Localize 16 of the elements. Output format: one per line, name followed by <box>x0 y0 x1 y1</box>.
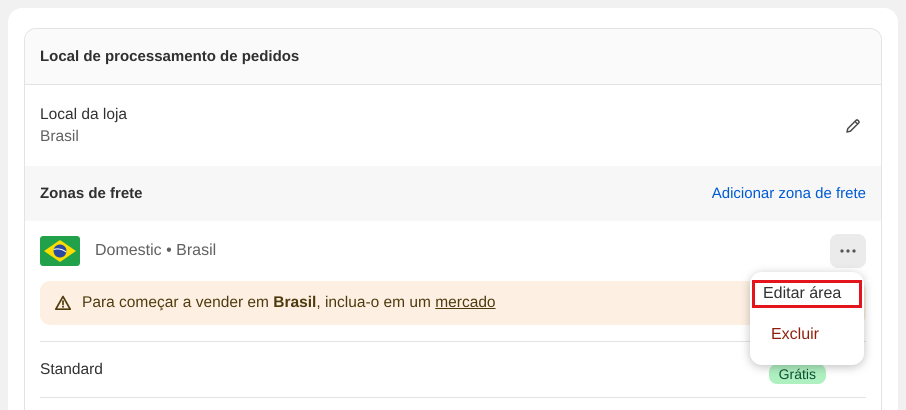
store-location: Brasil <box>40 128 80 146</box>
flag-icon <box>40 236 80 266</box>
price-badge: Grátis <box>768 364 826 384</box>
menu-item[interactable]: Editar área <box>752 280 862 308</box>
more-icon <box>840 249 856 253</box>
zones-title: Zonas de frete <box>40 185 143 202</box>
zone-name: Domestic • Brasil <box>95 242 218 260</box>
rate-name: Standard <box>40 360 103 378</box>
warning-message: Para começar a vender em Brasil, inclua-o em um mercado <box>82 294 496 312</box>
market-link[interactable]: mercado <box>435 294 496 311</box>
store-label: Local da loja <box>40 106 128 124</box>
warning-icon <box>54 294 72 312</box>
add-zone-link[interactable]: Adicionar zona de frete <box>712 185 866 202</box>
edit-icon[interactable] <box>844 116 862 134</box>
menu-item[interactable]: Excluir <box>754 316 860 354</box>
section-title: Local de processamento de pedidos <box>40 48 300 65</box>
